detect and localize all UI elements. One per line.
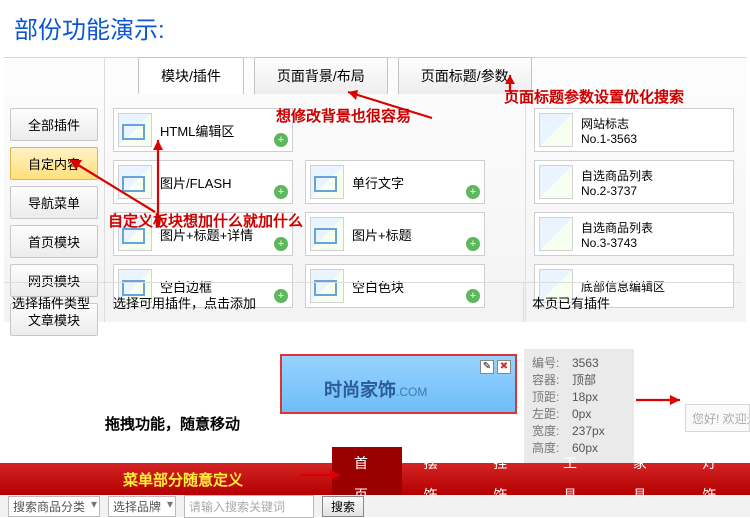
plugin-img-title-detail[interactable]: 图片+标题+详情 + bbox=[113, 212, 293, 256]
plugin-label: 自选商品列表 bbox=[581, 219, 653, 236]
plugin-img-title[interactable]: 图片+标题 + bbox=[305, 212, 485, 256]
edit-icon[interactable]: ✎ bbox=[480, 360, 494, 374]
draggable-widget[interactable]: ✎ ✖ 时尚家饰.COM bbox=[280, 354, 517, 414]
info-value: 237px bbox=[572, 423, 605, 440]
existing-plugin-logo[interactable]: 网站标志No.1-3563 bbox=[534, 108, 734, 152]
sidebar-item-home[interactable]: 首页模块 bbox=[10, 225, 98, 258]
info-value: 3563 bbox=[572, 355, 599, 372]
plugin-number: No.1-3563 bbox=[581, 132, 637, 146]
image-icon bbox=[310, 217, 344, 251]
plugin-label: 单行文字 bbox=[352, 173, 404, 192]
info-value: 18px bbox=[572, 389, 598, 406]
image-icon bbox=[539, 165, 573, 199]
plugin-single-text[interactable]: 单行文字 + bbox=[305, 160, 485, 204]
logo-text: 时尚家饰.COM bbox=[324, 376, 427, 402]
image-icon bbox=[118, 217, 152, 251]
tab-modules[interactable]: 模块/插件 bbox=[138, 57, 244, 94]
footer-mid-label: 选择可用插件，点击添加 bbox=[104, 283, 524, 322]
tab-title-params[interactable]: 页面标题/参数 bbox=[398, 57, 532, 94]
image-icon bbox=[310, 165, 344, 199]
info-label: 编号: bbox=[532, 355, 572, 372]
sidebar-item-custom[interactable]: 自定内容 bbox=[10, 147, 98, 180]
search-input[interactable]: 请输入搜索关键词 bbox=[184, 495, 314, 518]
plugin-html-editor[interactable]: HTML编辑区 + bbox=[113, 108, 293, 152]
tabs-bar: 模块/插件 页面背景/布局 页面标题/参数 bbox=[138, 57, 542, 94]
category-select[interactable]: 搜索商品分类 bbox=[8, 496, 100, 517]
info-label: 顶距: bbox=[532, 389, 572, 406]
add-icon: + bbox=[274, 237, 288, 251]
sidebar-item-all[interactable]: 全部插件 bbox=[10, 108, 98, 141]
plugin-number: No.3-3743 bbox=[581, 236, 653, 250]
image-icon bbox=[539, 217, 573, 251]
panel-footer: 选择插件类型 选择可用插件，点击添加 本页已有插件 bbox=[4, 282, 742, 322]
image-icon bbox=[118, 165, 152, 199]
tab-background[interactable]: 页面背景/布局 bbox=[254, 57, 388, 94]
image-icon bbox=[539, 113, 573, 147]
editor-panel: 模块/插件 页面背景/布局 页面标题/参数 全部插件 自定内容 导航菜单 首页模… bbox=[4, 57, 746, 322]
plugin-number: No.2-3737 bbox=[581, 184, 653, 198]
brand-select[interactable]: 选择品牌 bbox=[108, 496, 176, 517]
add-icon: + bbox=[274, 133, 288, 147]
footer-left-label: 选择插件类型 bbox=[4, 283, 104, 322]
plugin-label: 图片+标题+详情 bbox=[160, 225, 253, 244]
welcome-box: 您好! 欢迎光临 bbox=[685, 404, 750, 432]
plugin-label: 图片+标题 bbox=[352, 225, 412, 244]
plugin-label: 网站标志 bbox=[581, 115, 637, 132]
info-value: 顶部 bbox=[572, 372, 596, 389]
existing-plugin-prodlist-1[interactable]: 自选商品列表No.2-3737 bbox=[534, 160, 734, 204]
sidebar-item-nav[interactable]: 导航菜单 bbox=[10, 186, 98, 219]
add-icon: + bbox=[274, 185, 288, 199]
info-label: 容器: bbox=[532, 372, 572, 389]
info-label: 左距: bbox=[532, 406, 572, 423]
image-icon bbox=[118, 113, 152, 147]
info-label: 宽度: bbox=[532, 423, 572, 440]
info-value: 0px bbox=[572, 406, 591, 423]
plugin-label: 图片/FLASH bbox=[160, 173, 232, 192]
filter-bar: 搜索商品分类 选择品牌 请输入搜索关键词 搜索 bbox=[0, 495, 750, 517]
add-icon: + bbox=[466, 185, 480, 199]
drag-demo-area: ✎ ✖ 时尚家饰.COM 编号:3563 容器:顶部 顶距:18px 左距:0p… bbox=[0, 354, 750, 459]
widget-info-panel: 编号:3563 容器:顶部 顶距:18px 左距:0px 宽度:237px 高度… bbox=[524, 349, 634, 463]
plugin-label: HTML编辑区 bbox=[160, 121, 234, 140]
search-button[interactable]: 搜索 bbox=[322, 496, 364, 517]
page-title: 部份功能演示: bbox=[0, 0, 750, 57]
existing-plugin-prodlist-2[interactable]: 自选商品列表No.3-3743 bbox=[534, 212, 734, 256]
plugin-label: 自选商品列表 bbox=[581, 167, 653, 184]
add-icon: + bbox=[466, 237, 480, 251]
plugin-image-flash[interactable]: 图片/FLASH + bbox=[113, 160, 293, 204]
delete-icon[interactable]: ✖ bbox=[497, 360, 511, 374]
footer-right-label: 本页已有插件 bbox=[524, 283, 742, 322]
site-menu-bar: 首页 摆饰 挂饰 工具 家具 灯饰 bbox=[0, 463, 750, 495]
